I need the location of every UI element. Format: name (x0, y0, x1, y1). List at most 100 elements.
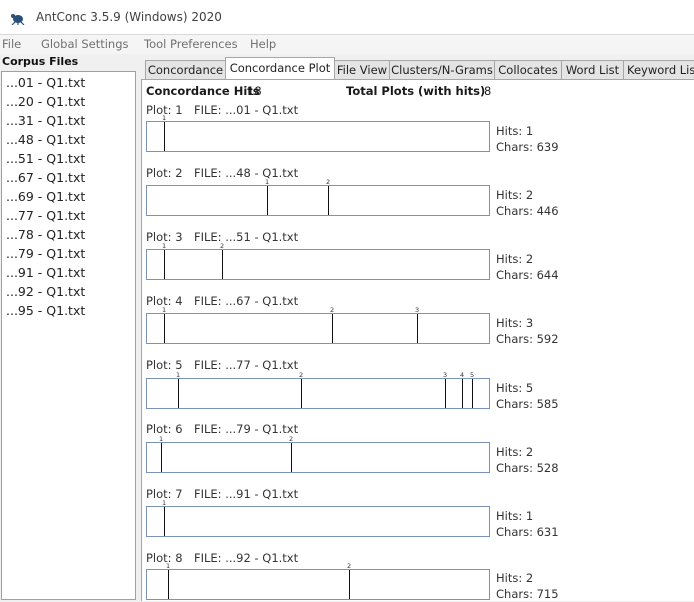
hit-marker[interactable] (472, 379, 473, 408)
hit-number-label: 2 (220, 242, 225, 250)
title-bar: AntConc 3.5.9 (Windows) 2020 (0, 0, 694, 35)
hit-number-label: 1 (176, 371, 181, 379)
plot-hits: Hits: 1 (496, 509, 534, 523)
corpus-file-item[interactable]: ...67 - Q1.txt (6, 170, 85, 185)
hit-marker[interactable] (164, 122, 165, 151)
tab-concordance[interactable]: Concordance (145, 60, 226, 79)
menu-help[interactable]: Help (250, 37, 276, 51)
menu-file[interactable]: File (2, 37, 21, 51)
plot-file-name: FILE: ...77 - Q1.txt (194, 358, 299, 372)
plot-hits: Hits: 5 (496, 381, 534, 395)
plot-chars: Chars: 585 (496, 397, 559, 411)
tab-keyword-list[interactable]: Keyword List (623, 60, 694, 79)
tab-concordance-plot[interactable]: Concordance Plot (225, 57, 335, 79)
plot-hits: Hits: 2 (496, 188, 534, 202)
hit-marker[interactable] (349, 570, 350, 599)
corpus-file-item[interactable]: ...20 - Q1.txt (6, 94, 85, 109)
corpus-files-list[interactable]: ...01 - Q1.txt ...20 - Q1.txt ...31 - Q1… (1, 71, 136, 600)
plot-number: Plot: 8 (146, 551, 183, 565)
menu-tool-preferences[interactable]: Tool Preferences (144, 37, 238, 51)
plot-file-name: FILE: ...92 - Q1.txt (194, 551, 299, 565)
hit-number-label: 1 (162, 306, 167, 314)
plot-hits: Hits: 2 (496, 445, 534, 459)
corpus-file-item[interactable]: ...92 - Q1.txt (6, 284, 85, 299)
hit-marker[interactable] (267, 186, 268, 215)
plot-stats: Hits: 5 Chars: 585 (496, 380, 559, 412)
menu-bar: File Global Settings Tool Preferences He… (0, 35, 694, 54)
plot-barcode[interactable]: 12 (146, 435, 490, 473)
antconc-app-icon (11, 14, 25, 25)
hit-marker[interactable] (462, 379, 463, 408)
corpus-file-item[interactable]: ...91 - Q1.txt (6, 265, 85, 280)
corpus-file-item[interactable]: ...79 - Q1.txt (6, 246, 85, 261)
hit-number-label: 1 (265, 178, 270, 186)
hit-number-label: 3 (415, 306, 420, 314)
hit-marker[interactable] (164, 250, 165, 279)
plot-barcode[interactable]: 1 2 3 45 (146, 371, 490, 409)
hit-marker[interactable] (161, 443, 162, 472)
hit-number-label: 2 (299, 371, 304, 379)
tool-tabs: Concordance Concordance Plot File View C… (145, 57, 694, 79)
plot-hits: Hits: 2 (496, 571, 534, 585)
hit-number-label: 1 (159, 435, 164, 443)
corpus-file-item[interactable]: ...51 - Q1.txt (6, 151, 85, 166)
hit-number-label: 1 (162, 499, 167, 507)
hit-marker[interactable] (178, 379, 179, 408)
plot-chars: Chars: 592 (496, 332, 559, 346)
hit-marker[interactable] (291, 443, 292, 472)
hit-marker[interactable] (222, 250, 223, 279)
hit-number-label: 1 (162, 114, 167, 122)
hit-marker[interactable] (168, 570, 169, 599)
plot-file-name: FILE: ...79 - Q1.txt (194, 422, 299, 436)
hit-number-label: 3 (443, 371, 448, 379)
concordance-hits-value: 18 (247, 84, 262, 98)
hit-marker[interactable] (445, 379, 446, 408)
window-title: AntConc 3.5.9 (Windows) 2020 (36, 10, 222, 24)
plot-barcode[interactable]: 12 (146, 242, 490, 280)
hit-marker[interactable] (164, 507, 165, 536)
plot-stats: Hits: 1 Chars: 631 (496, 508, 559, 540)
corpus-file-item[interactable]: ...78 - Q1.txt (6, 227, 85, 242)
hit-number-label: 2 (289, 435, 294, 443)
total-plots-value: 8 (484, 84, 492, 98)
plot-hits: Hits: 1 (496, 124, 534, 138)
hit-number-label: 5 (470, 371, 475, 379)
plot-stats: Hits: 2 Chars: 528 (496, 444, 559, 476)
plot-chars: Chars: 631 (496, 525, 559, 539)
corpus-file-item[interactable]: ...77 - Q1.txt (6, 208, 85, 223)
plot-stats: Hits: 2 Chars: 644 (496, 251, 559, 283)
hit-marker[interactable] (164, 314, 165, 343)
concordance-hits-label: Concordance Hits (146, 84, 260, 98)
corpus-file-item[interactable]: ...01 - Q1.txt (6, 75, 85, 90)
plot-barcode[interactable]: 1 (146, 499, 490, 537)
tab-word-list[interactable]: Word List (561, 60, 624, 79)
hit-marker[interactable] (417, 314, 418, 343)
corpus-files-header: Corpus Files (2, 55, 79, 68)
hit-number-label: 4 (460, 371, 465, 379)
plot-barcode[interactable]: 12 (146, 178, 490, 216)
hit-number-label: 1 (162, 242, 167, 250)
plot-chars: Chars: 528 (496, 461, 559, 475)
plot-number: Plot: 5 (146, 358, 183, 372)
tab-file-view[interactable]: File View (334, 60, 390, 79)
tab-clusters-ngrams[interactable]: Clusters/N-Grams (389, 60, 495, 79)
plot-barcode[interactable]: 1 2 3 (146, 306, 490, 344)
plot-file-name: FILE: ...67 - Q1.txt (194, 294, 299, 308)
menu-global-settings[interactable]: Global Settings (41, 37, 129, 51)
plot-barcode[interactable]: 1 (146, 114, 490, 152)
plot-file-name: FILE: ...91 - Q1.txt (194, 487, 299, 501)
plot-hits: Hits: 2 (496, 252, 534, 266)
plot-barcode[interactable]: 12 (146, 562, 490, 600)
hit-marker[interactable] (301, 379, 302, 408)
tab-collocates[interactable]: Collocates (494, 60, 562, 79)
corpus-file-item[interactable]: ...69 - Q1.txt (6, 189, 85, 204)
corpus-file-item[interactable]: ...48 - Q1.txt (6, 132, 85, 147)
hit-marker[interactable] (332, 314, 333, 343)
hit-number-label: 1 (166, 562, 171, 570)
plot-file-name: FILE: ...51 - Q1.txt (194, 230, 299, 244)
plot-hits: Hits: 3 (496, 316, 534, 330)
corpus-file-item[interactable]: ...95 - Q1.txt (6, 303, 85, 318)
hit-marker[interactable] (328, 186, 329, 215)
plot-chars: Chars: 715 (496, 587, 559, 601)
corpus-file-item[interactable]: ...31 - Q1.txt (6, 113, 85, 128)
